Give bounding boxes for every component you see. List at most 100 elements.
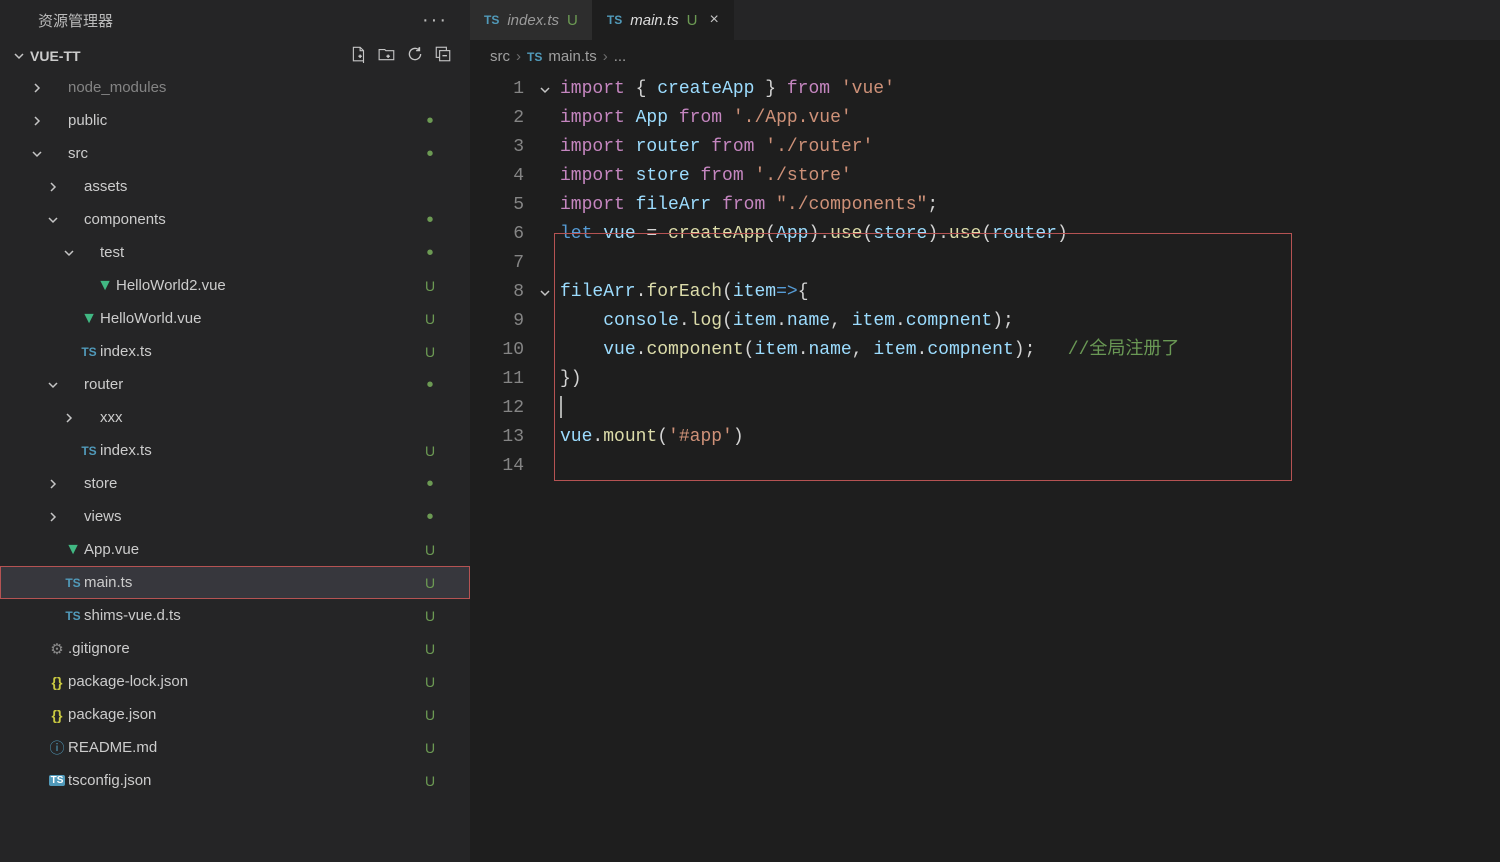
breadcrumb-part[interactable]: ... [614, 48, 627, 65]
code-line[interactable] [554, 249, 1500, 278]
editor-tab[interactable]: TSmain.tsU× [593, 0, 734, 40]
project-name: VUE-TT [30, 48, 350, 64]
file-tree-item[interactable]: node_modules [0, 71, 470, 104]
file-tree-item[interactable]: router• [0, 368, 470, 401]
refresh-icon[interactable] [406, 45, 424, 66]
vue-file-icon: ▼ [97, 277, 113, 295]
git-modified-dot: • [420, 248, 440, 258]
code-line[interactable]: import { createApp } from 'vue' [554, 75, 1500, 104]
explorer-actions [350, 45, 452, 66]
collapse-all-icon[interactable] [434, 45, 452, 66]
line-number: 11 [470, 365, 536, 394]
file-label: index.ts [100, 442, 420, 459]
code-line[interactable]: import fileArr from "./components"; [554, 191, 1500, 220]
explorer-more-icon[interactable]: ··· [422, 9, 458, 32]
code-line[interactable]: import App from './App.vue' [554, 104, 1500, 133]
code-content[interactable]: import { createApp } from 'vue'import Ap… [554, 73, 1500, 862]
code-line[interactable]: let vue = createApp(App).use(store).use(… [554, 220, 1500, 249]
breadcrumb-part[interactable]: main.ts [548, 48, 596, 65]
file-tree-item[interactable]: store• [0, 467, 470, 500]
file-label: HelloWorld2.vue [116, 277, 420, 294]
breadcrumb-part[interactable]: src [490, 48, 510, 65]
chevron-down-icon [60, 248, 78, 258]
close-icon[interactable]: × [709, 11, 718, 29]
file-label: views [84, 508, 420, 525]
ts-file-icon: TS [484, 13, 499, 27]
fold-marker [536, 162, 554, 191]
code-line[interactable]: import store from './store' [554, 162, 1500, 191]
fold-marker[interactable] [536, 278, 554, 307]
code-line[interactable]: }) [554, 365, 1500, 394]
code-line[interactable]: console.log(item.name, item.compnent); [554, 307, 1500, 336]
file-label: components [84, 211, 420, 228]
file-tree-item[interactable]: xxx [0, 401, 470, 434]
file-tree-item[interactable]: assets [0, 170, 470, 203]
file-tree-item[interactable]: ▼HelloWorld2.vueU [0, 269, 470, 302]
git-status-badge: U [420, 542, 440, 558]
file-label: test [100, 244, 420, 261]
tsconfig-icon: TS [49, 775, 66, 786]
file-label: store [84, 475, 420, 492]
file-tree-item[interactable]: test• [0, 236, 470, 269]
file-label: xxx [100, 409, 420, 426]
vue-file-icon: ▼ [65, 541, 81, 559]
chevron-right-icon: › [603, 48, 608, 65]
fold-gutter [536, 73, 554, 862]
chevron-down-icon [28, 149, 46, 159]
code-line[interactable]: import router from './router' [554, 133, 1500, 162]
line-number: 3 [470, 133, 536, 162]
file-tree-item[interactable]: ▼HelloWorld.vueU [0, 302, 470, 335]
text-cursor [560, 396, 562, 418]
fold-marker [536, 365, 554, 394]
code-line[interactable]: vue.mount('#app') [554, 423, 1500, 452]
git-status-badge: U [420, 608, 440, 624]
file-tree-item[interactable]: views• [0, 500, 470, 533]
editor-tab[interactable]: TSindex.tsU [470, 0, 593, 40]
file-tree-item[interactable]: {}package.jsonU [0, 698, 470, 731]
ts-file-icon: TS [65, 576, 80, 590]
file-tree-item[interactable]: TSindex.tsU [0, 434, 470, 467]
git-modified-dot: • [420, 380, 440, 390]
code-line[interactable] [554, 452, 1500, 481]
vue-file-icon: ▼ [81, 310, 97, 328]
file-tree-item[interactable]: {}package-lock.jsonU [0, 665, 470, 698]
file-tree-item[interactable]: TSindex.tsU [0, 335, 470, 368]
file-tree-item[interactable]: TSshims-vue.d.tsU [0, 599, 470, 632]
file-tree-item[interactable]: src• [0, 137, 470, 170]
git-modified-dot: • [420, 479, 440, 489]
git-status-badge: U [420, 740, 440, 756]
fold-marker[interactable] [536, 75, 554, 104]
file-tree-item[interactable]: ⓘREADME.mdU [0, 731, 470, 764]
tab-label: index.ts [507, 12, 559, 29]
file-tree: node_modulespublic•src•assetscomponents•… [0, 71, 470, 862]
new-folder-icon[interactable] [378, 45, 396, 66]
git-modified-dot: • [420, 149, 440, 159]
file-tree-item[interactable]: public• [0, 104, 470, 137]
file-tree-item[interactable]: ▼App.vueU [0, 533, 470, 566]
code-editor[interactable]: 1234567891011121314 import { createApp }… [470, 73, 1500, 862]
file-label: App.vue [84, 541, 420, 558]
line-number: 14 [470, 452, 536, 481]
chevron-right-icon [44, 479, 62, 489]
info-icon: ⓘ [49, 737, 64, 758]
breadcrumb[interactable]: src › TS main.ts › ... [470, 40, 1500, 73]
chevron-down-icon [44, 380, 62, 390]
ts-file-icon: TS [81, 345, 96, 359]
fold-marker [536, 336, 554, 365]
file-tree-item[interactable]: components• [0, 203, 470, 236]
file-tree-item[interactable]: ⚙.gitignoreU [0, 632, 470, 665]
chevron-down-icon [44, 215, 62, 225]
project-section-header[interactable]: VUE-TT [0, 40, 470, 71]
fold-marker [536, 423, 554, 452]
line-number: 4 [470, 162, 536, 191]
chevron-right-icon [44, 512, 62, 522]
git-modified-dot: • [420, 215, 440, 225]
file-tree-item[interactable]: TSmain.tsU [0, 566, 470, 599]
code-line[interactable]: vue.component(item.name, item.compnent);… [554, 336, 1500, 365]
file-tree-item[interactable]: TStsconfig.jsonU [0, 764, 470, 797]
code-line[interactable] [554, 394, 1500, 423]
git-status-badge: U [420, 575, 440, 591]
new-file-icon[interactable] [350, 45, 368, 66]
fold-marker [536, 249, 554, 278]
code-line[interactable]: fileArr.forEach(item=>{ [554, 278, 1500, 307]
